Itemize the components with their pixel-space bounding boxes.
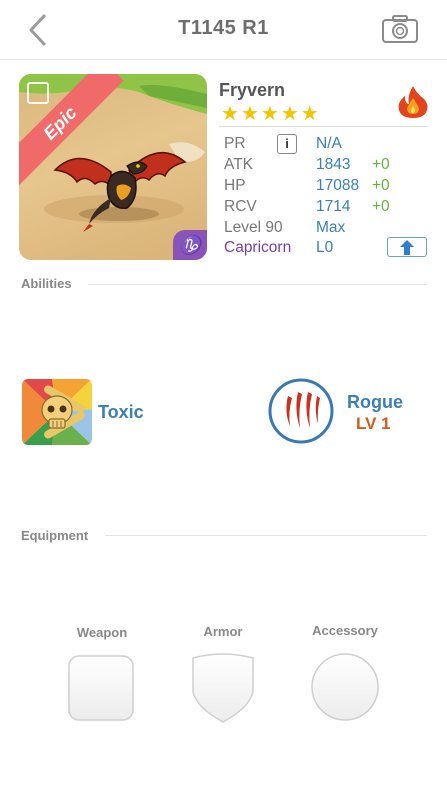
stat-value: 1843 [316, 156, 351, 173]
capricorn-sign-icon: ♑ [173, 230, 207, 260]
stat-row-pr: PR N/A [224, 134, 434, 154]
star-icon: ★ [221, 103, 239, 125]
class-button[interactable] [268, 378, 334, 444]
stat-label: Capricorn [224, 239, 292, 256]
fire-element-icon [398, 86, 428, 118]
divider [88, 284, 427, 285]
ability-name[interactable]: Toxic [98, 402, 144, 423]
star-icon: ★ [280, 103, 299, 125]
page-title: T1145 R1 [178, 17, 269, 39]
info-button[interactable]: i [277, 134, 297, 154]
star-rating: ★ ★ ★ ★ ★ [221, 104, 319, 124]
divider [105, 535, 427, 536]
stat-label: PR [224, 135, 246, 152]
class-name[interactable]: Rogue [347, 392, 403, 413]
stat-label: Level 90 [224, 219, 283, 236]
stat-row-atk: ATK 1843 +0 [224, 155, 434, 175]
star-icon: ★ [260, 103, 279, 125]
stat-bonus: +0 [372, 198, 390, 215]
stat-bonus: +0 [372, 177, 390, 194]
upgrade-button[interactable] [387, 237, 427, 257]
stat-bonus: +0 [372, 156, 390, 173]
stat-label: ATK [224, 156, 253, 173]
stat-row-rcv: RCV 1714 +0 [224, 197, 434, 217]
accessory-slot[interactable] [310, 652, 380, 722]
top-bar: T1145 R1 [0, 0, 447, 60]
arrow-up-icon [400, 240, 414, 255]
stat-row-level: Level 90 Max [224, 218, 434, 238]
equip-label-weapon: Weapon [76, 625, 128, 640]
equip-label-armor: Armor [203, 624, 243, 639]
section-title-abilities: Abilities [21, 276, 72, 291]
stat-value: N/A [316, 135, 342, 152]
stat-value: 1714 [316, 198, 351, 215]
claw-icon [268, 378, 334, 444]
stat-row-hp: HP 17088 +0 [224, 176, 434, 196]
card-menu-icon [27, 82, 49, 104]
stat-label: HP [224, 177, 246, 194]
camera-button[interactable] [381, 14, 419, 44]
monster-portrait[interactable]: Epic ♑ [19, 74, 207, 260]
equip-label-accessory: Accessory [312, 623, 378, 638]
star-icon: ★ [300, 103, 319, 125]
weapon-slot[interactable] [67, 654, 135, 722]
stat-value: L0 [316, 239, 334, 256]
armor-slot[interactable] [189, 652, 257, 724]
camera-icon [382, 15, 418, 43]
divider [219, 126, 428, 127]
section-title-equipment: Equipment [21, 528, 89, 543]
skull-icon [22, 379, 92, 445]
class-level: LV 1 [356, 414, 391, 433]
ability-button[interactable] [22, 379, 92, 445]
monster-name: Fryvern [219, 80, 286, 100]
star-icon: ★ [240, 103, 259, 125]
stat-value: Max [316, 219, 346, 236]
stat-value: 17088 [316, 177, 360, 194]
stat-label: RCV [224, 198, 257, 215]
